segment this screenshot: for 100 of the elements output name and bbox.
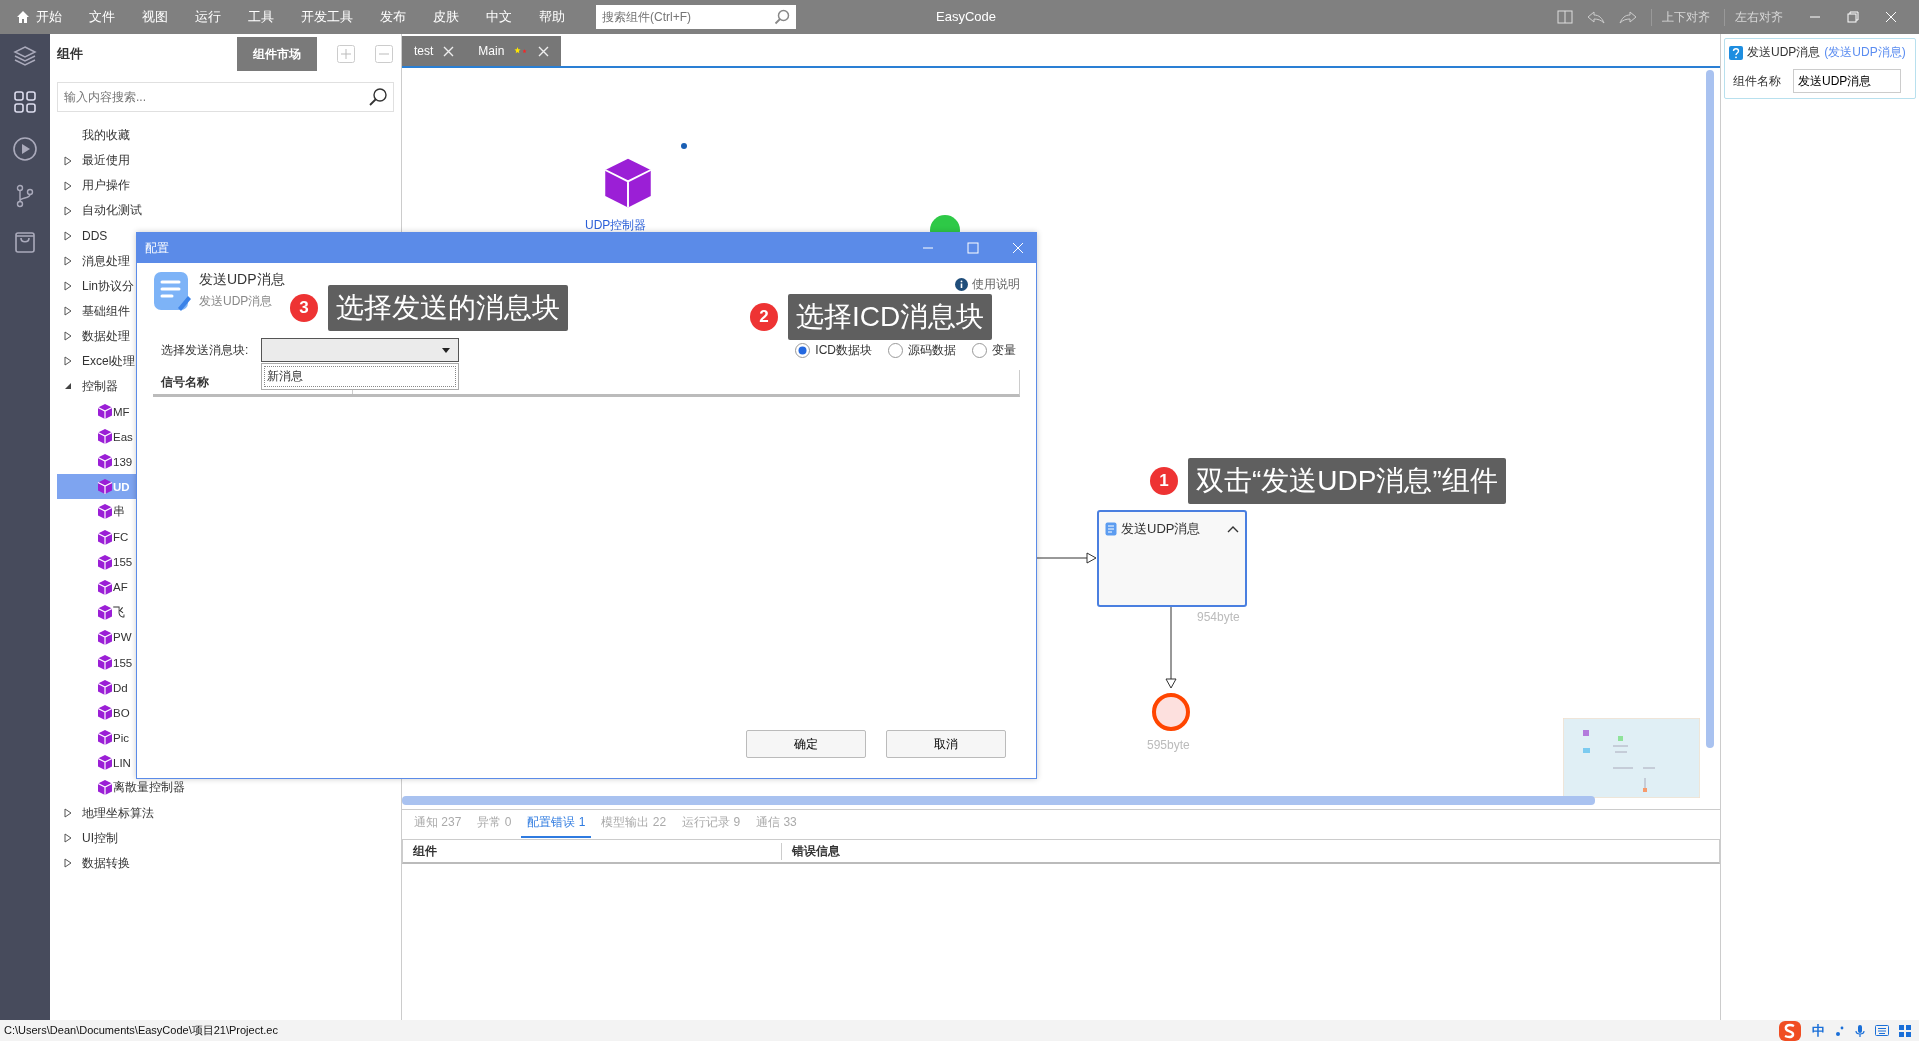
tree-item[interactable]: Eas — [57, 424, 331, 450]
tree-item[interactable]: 155 — [57, 549, 331, 575]
tree-item[interactable]: Excel处理 — [82, 352, 136, 370]
collapse-icon[interactable] — [1227, 525, 1239, 533]
menu-item[interactable]: 皮肤 — [433, 8, 459, 26]
tree-item[interactable]: 飞 — [57, 599, 331, 625]
expand-arrow-icon[interactable] — [64, 808, 72, 819]
close-icon[interactable] — [538, 45, 550, 57]
maximize-icon[interactable] — [967, 242, 979, 254]
menu-item[interactable]: 运行 — [195, 8, 221, 26]
expand-arrow-icon[interactable] — [64, 858, 72, 869]
branch-icon[interactable] — [15, 184, 35, 208]
radio-button[interactable] — [795, 342, 811, 358]
expand-arrow-icon[interactable] — [64, 180, 72, 191]
search-field[interactable]: 搜索组件(Ctrl+F) — [596, 5, 796, 29]
apps-icon[interactable] — [1899, 1024, 1911, 1037]
dialog-button[interactable]: 确定 — [746, 730, 866, 758]
tree-item[interactable]: Pic — [57, 725, 331, 751]
close-icon[interactable] — [443, 45, 455, 57]
tree-item[interactable]: LIN — [57, 750, 331, 776]
expand-arrow-icon[interactable] — [64, 256, 72, 266]
menu-item[interactable]: 发布 — [380, 8, 406, 26]
help-icon[interactable] — [1729, 45, 1743, 60]
menu-item[interactable]: 开始 — [16, 8, 62, 26]
expand-arrow-icon[interactable] — [64, 281, 72, 292]
expand-arrow-icon[interactable] — [64, 306, 72, 317]
column-header[interactable]: 组件 — [403, 842, 782, 860]
tree-item[interactable]: 139 — [57, 449, 331, 475]
expand-arrow-icon[interactable] — [64, 205, 72, 216]
dialog-button[interactable]: 取消 — [886, 730, 1006, 758]
restore-icon[interactable] — [1847, 11, 1859, 23]
expand-arrow-icon[interactable] — [64, 833, 72, 844]
tree-item[interactable]: 用户操作 — [82, 177, 130, 195]
collapse-arrow-icon[interactable] — [64, 381, 72, 392]
tree-item[interactable]: AF — [57, 574, 331, 600]
radio-button[interactable] — [888, 342, 903, 358]
microphone-icon[interactable] — [1855, 1023, 1865, 1038]
split-view-icon[interactable] — [1557, 10, 1573, 24]
tree-item[interactable]: 消息处理 — [82, 252, 130, 270]
expand-arrow-icon[interactable] — [64, 230, 72, 241]
tree-item[interactable]: 自动化测试 — [82, 202, 142, 220]
menu-item[interactable]: 文件 — [89, 8, 115, 26]
field-label: 选择发送消息块: — [160, 341, 250, 359]
tree-item[interactable]: 最近使用 — [82, 152, 130, 170]
menu-item[interactable]: 开发工具 — [301, 8, 353, 26]
document-tab[interactable]: test — [402, 36, 467, 66]
tree-item[interactable]: FC — [57, 524, 331, 550]
ime-mode[interactable]: 中 — [1812, 1021, 1825, 1040]
menu-item[interactable]: 视图 — [142, 8, 168, 26]
document-tab[interactable]: Main — [466, 36, 562, 66]
layers-icon[interactable] — [13, 44, 37, 68]
dropdown-option[interactable]: 新消息 — [264, 366, 456, 387]
menu-item[interactable]: 工具 — [248, 8, 274, 26]
market-button[interactable]: 组件市场 — [237, 37, 317, 71]
end-node[interactable] — [1151, 692, 1191, 732]
tree-item[interactable]: Dd — [57, 675, 331, 701]
menu-item[interactable]: 中文 — [486, 8, 512, 26]
column-header[interactable]: 信号名称 — [161, 373, 209, 391]
tree-item[interactable]: PW — [57, 624, 331, 650]
play-icon[interactable] — [12, 136, 38, 162]
column-header[interactable]: 错误信息 — [782, 842, 840, 860]
tree-item[interactable]: DDS — [82, 228, 108, 243]
radio-option[interactable]: 源码数据 — [888, 341, 956, 359]
tree-item[interactable]: MF — [57, 399, 331, 425]
expand-arrow-icon[interactable] — [64, 155, 72, 166]
radio-option[interactable]: ICD数据块 — [795, 341, 872, 359]
undo-icon[interactable] — [1587, 10, 1605, 24]
task-node[interactable]: 发送UDP消息 — [1097, 510, 1247, 607]
tree-item[interactable]: 离散量控制器 — [57, 775, 331, 801]
tree-item[interactable]: 串 — [57, 499, 331, 525]
output-tab[interactable]: 配置错误 1 — [521, 809, 592, 838]
help-link[interactable]: 使用说明 — [972, 276, 1020, 293]
info-icon[interactable] — [955, 278, 968, 291]
cube-icon — [97, 428, 113, 446]
tree-item[interactable]: 155 — [57, 649, 331, 676]
keyboard-icon[interactable] — [1875, 1025, 1889, 1036]
tree-item[interactable]: 数据转换 — [82, 854, 130, 872]
search-field[interactable]: 输入内容搜索... — [57, 82, 394, 112]
scrollbar[interactable] — [1706, 70, 1714, 748]
message-dropdown[interactable] — [261, 338, 459, 362]
menu-item[interactable]: 帮助 — [539, 8, 565, 26]
tree-item[interactable]: 我的收藏 — [82, 127, 130, 145]
name-field[interactable]: 发送UDP消息 — [1793, 69, 1901, 93]
tree-item[interactable]: 控制器 — [82, 378, 118, 395]
grid-icon[interactable] — [13, 90, 37, 114]
expand-arrow-icon[interactable] — [64, 331, 72, 342]
bag-icon[interactable] — [14, 230, 36, 254]
tree-item[interactable]: 地理坐标算法 — [82, 804, 154, 822]
radio-button[interactable] — [972, 342, 987, 358]
tree-item[interactable]: UI控制 — [82, 829, 118, 847]
scrollbar[interactable] — [402, 796, 1595, 805]
ime-logo-icon[interactable] — [1778, 1019, 1802, 1041]
expand-arrow-icon[interactable] — [64, 356, 72, 367]
tree-item[interactable]: 基础组件 — [82, 302, 130, 320]
tree-item[interactable]: BO — [57, 700, 331, 726]
tree-item[interactable]: Lin协议分 — [82, 277, 134, 295]
redo-icon[interactable] — [1619, 10, 1637, 24]
radio-option[interactable]: 变量 — [972, 341, 1016, 359]
tree-item[interactable]: 数据处理 — [82, 327, 130, 345]
punctuation-icon[interactable] — [1835, 1024, 1845, 1037]
